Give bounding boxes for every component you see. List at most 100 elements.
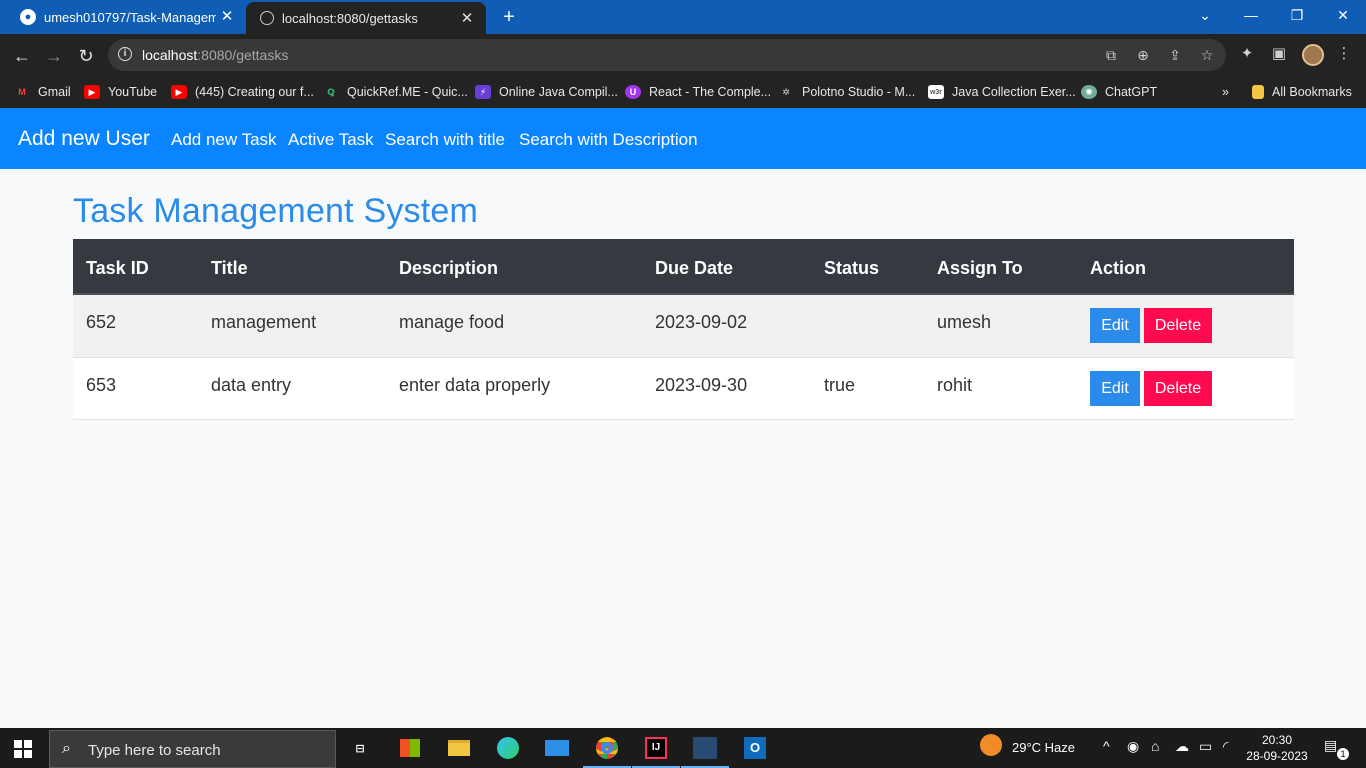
bookmark-gmail[interactable]: M Gmail — [14, 82, 71, 102]
edge-icon[interactable] — [493, 734, 523, 762]
cell-title: management — [211, 312, 317, 332]
address-bar[interactable]: i localhost:8080/gettasks ⧉ ⊕ ⇪ ☆ — [108, 39, 1226, 71]
cell-description: manage food — [399, 312, 505, 332]
browser-tab-gettasks[interactable]: localhost:8080/gettasks ✕ — [246, 2, 486, 34]
battery-icon[interactable]: ▭ — [1199, 738, 1212, 755]
star-icon[interactable]: ☆ — [1198, 46, 1216, 64]
bookmark-label: Gmail — [38, 85, 71, 99]
menu-icon[interactable]: ⋮ — [1334, 44, 1354, 64]
header-title: Title — [211, 258, 248, 278]
chevron-up-icon[interactable]: ^ — [1103, 738, 1110, 754]
cell-assign-to: rohit — [937, 375, 973, 395]
table-row: 652 management manage food 2023-09-02 um… — [73, 295, 1294, 358]
reload-icon[interactable]: ↻ — [73, 43, 99, 69]
minimize-icon[interactable]: — — [1228, 0, 1274, 30]
bookmark-chatgpt[interactable]: ✺ ChatGPT — [1081, 82, 1157, 102]
mail-icon[interactable] — [542, 734, 572, 762]
translate-icon[interactable]: ⧉ — [1102, 46, 1120, 64]
header-description: Description — [399, 258, 499, 278]
taskbar-clock[interactable]: 20:30 28-09-2023 — [1246, 732, 1308, 764]
app-navbar: Add new User Add new Task Active Task Se… — [0, 108, 1366, 169]
side-panel-icon[interactable]: ▣ — [1269, 44, 1289, 64]
nav-search-description[interactable]: Search with Description — [519, 130, 698, 150]
tab-title: umesh010797/Task-Management — [44, 9, 216, 25]
bookmark-label: ChatGPT — [1105, 85, 1158, 99]
youtube-icon: ▶ — [171, 85, 187, 99]
cell-status: true — [824, 375, 856, 395]
bookmark-label: (445) Creating our f... — [195, 85, 314, 99]
notification-count: 1 — [1337, 748, 1349, 760]
profile-avatar[interactable] — [1302, 44, 1324, 66]
close-icon[interactable]: ✕ — [218, 8, 236, 26]
windows-taskbar: ⌕ Type here to search ⊟ IJ O 29°C Haze ^… — [0, 728, 1366, 768]
bookmark-java-compiler[interactable]: ⚡ Online Java Compil... — [475, 82, 618, 102]
tab-search-icon[interactable]: ⌄ — [1182, 0, 1228, 30]
camera-icon[interactable]: ⌂ — [1151, 738, 1159, 754]
bookmark-label: QuickRef.ME - Quic... — [347, 85, 468, 99]
gmail-icon: M — [18, 87, 26, 97]
extensions-icon[interactable]: ✦ — [1237, 44, 1257, 64]
cell-due-date: 2023-09-30 — [655, 375, 748, 395]
record-icon[interactable]: ◉ — [1127, 738, 1139, 755]
tab-title: localhost:8080/gettasks — [282, 10, 418, 26]
close-icon[interactable]: ✕ — [458, 10, 476, 28]
tasks-table: Task ID Title Description Due Date Statu… — [73, 239, 1294, 420]
share-icon[interactable]: ⇪ — [1166, 46, 1184, 64]
file-explorer-icon[interactable] — [444, 734, 474, 762]
youtube-icon: ▶ — [84, 85, 100, 99]
forward-icon[interactable]: → — [41, 43, 67, 69]
nav-active-task[interactable]: Active Task — [288, 130, 374, 150]
cell-title: data entry — [211, 375, 292, 395]
nav-add-new-user[interactable]: Add new User — [18, 127, 150, 151]
page-title: Task Management System — [73, 192, 479, 230]
w3r-icon: w3r — [928, 85, 944, 99]
nav-search-title[interactable]: Search with title — [385, 130, 505, 150]
close-window-icon[interactable]: ✕ — [1320, 0, 1366, 30]
weather-text[interactable]: 29°C Haze — [1012, 740, 1075, 755]
wifi-icon[interactable]: ◜ — [1223, 738, 1228, 755]
bookmark-youtube-video[interactable]: ▶ (445) Creating our f... — [171, 82, 314, 102]
header-assign-to: Assign To — [937, 258, 1023, 278]
clock-time: 20:30 — [1261, 733, 1293, 747]
bolt-icon: ⚡ — [475, 85, 491, 99]
bookmark-label: YouTube — [108, 85, 158, 99]
info-icon[interactable]: i — [118, 47, 132, 61]
bookmark-polotno[interactable]: ✲ Polotno Studio - M... — [778, 82, 915, 102]
nav-add-new-task[interactable]: Add new Task — [171, 130, 277, 150]
intellij-icon[interactable]: IJ — [632, 734, 680, 768]
bookmark-react[interactable]: U React - The Comple... — [625, 82, 771, 102]
browser-tab-github[interactable]: ● umesh010797/Task-Management ✕ — [8, 0, 246, 34]
zoom-icon[interactable]: ⊕ — [1134, 46, 1152, 64]
table-header: Task ID Title Description Due Date Statu… — [73, 239, 1294, 295]
back-icon[interactable]: ← — [9, 43, 35, 69]
browser-toolbar: ← → ↻ i localhost:8080/gettasks ⧉ ⊕ ⇪ ☆ — [0, 34, 1366, 76]
mysql-workbench-icon[interactable] — [681, 734, 729, 768]
bookmark-label: Online Java Compil... — [499, 85, 618, 99]
edit-button[interactable]: Edit — [1090, 308, 1140, 343]
bookmark-java-collection[interactable]: w3r Java Collection Exer... — [928, 82, 1076, 102]
url-text[interactable]: localhost:8080/gettasks — [142, 47, 288, 63]
taskbar-search-input[interactable]: ⌕ Type here to search — [49, 730, 336, 768]
edit-button[interactable]: Edit — [1090, 371, 1140, 406]
outlook-icon[interactable]: O — [740, 734, 770, 762]
header-due-date: Due Date — [655, 258, 734, 278]
delete-button[interactable]: Delete — [1144, 308, 1212, 343]
all-bookmarks[interactable]: All Bookmarks — [1252, 82, 1352, 102]
browser-tab-strip: ● umesh010797/Task-Management ✕ localhos… — [0, 0, 1366, 34]
bookmark-label: Java Collection Exer... — [952, 85, 1076, 99]
delete-button[interactable]: Delete — [1144, 371, 1212, 406]
restore-icon[interactable]: ❐ — [1274, 0, 1320, 30]
task-view-icon[interactable]: ⊟ — [345, 734, 375, 762]
onedrive-icon[interactable]: ☁ — [1175, 738, 1189, 755]
search-icon: ⌕ — [62, 740, 71, 757]
bookmark-youtube[interactable]: ▶ YouTube — [84, 82, 157, 102]
store-icon[interactable] — [395, 734, 425, 762]
chrome-icon[interactable] — [583, 734, 631, 768]
new-tab-icon[interactable]: + — [498, 6, 520, 28]
notifications-icon[interactable]: ▤ — [1324, 737, 1337, 754]
bookmark-quickref[interactable]: Ꝗ QuickRef.ME - Quic... — [323, 82, 468, 102]
windows-start-icon[interactable] — [14, 740, 32, 758]
search-placeholder: Type here to search — [88, 742, 221, 759]
more-bookmarks-icon[interactable]: » — [1222, 82, 1229, 102]
weather-icon[interactable] — [980, 734, 1002, 759]
